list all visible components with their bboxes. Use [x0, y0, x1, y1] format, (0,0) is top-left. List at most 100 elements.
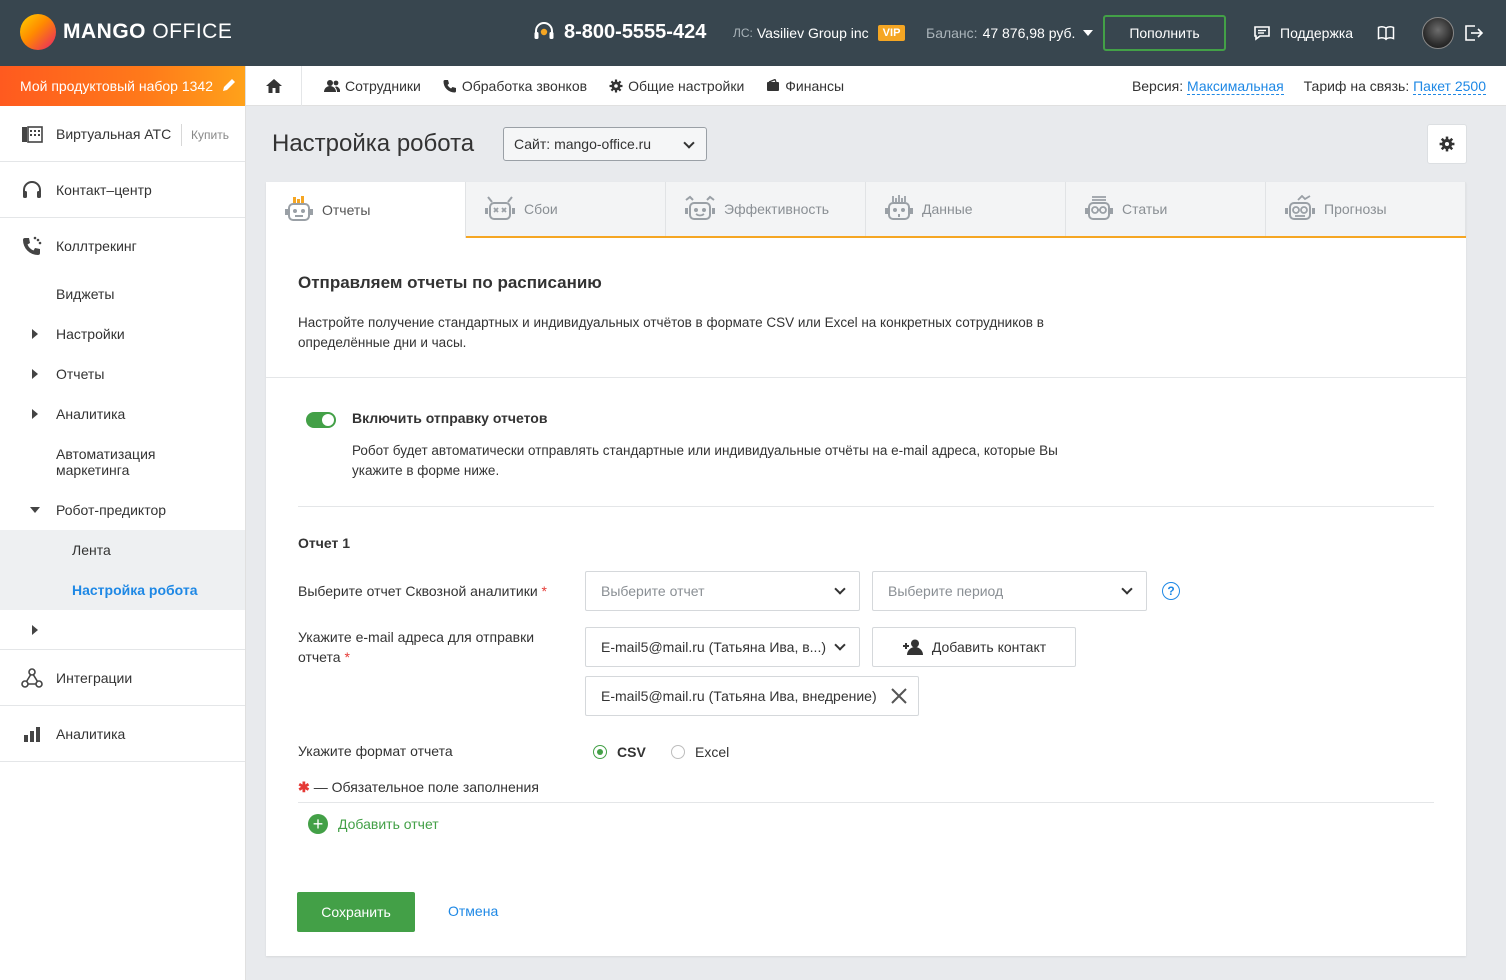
robot-articles-icon [1084, 195, 1114, 223]
tab-efficiency[interactable]: Эффективность [666, 182, 866, 236]
chevron-down-icon [834, 583, 846, 595]
chip-label: E-mail5@mail.ru (Татьяна Ива, внедрение) [601, 688, 877, 704]
account-label: ЛС: [733, 26, 753, 40]
email-select[interactable]: E-mail5@mail.ru (Татьяна Ива, в...) [585, 627, 860, 667]
nav-general-settings[interactable]: Общие настройки [609, 78, 744, 94]
sidebar-item-label: Настройка робота [72, 582, 198, 598]
sidebar-item-robot-settings[interactable]: Настройка робота [0, 570, 245, 610]
sidebar-item-label: Виртуальная АТС [56, 125, 172, 142]
sidebar-item-contact-center[interactable]: Контакт–центр [0, 162, 245, 218]
sidebar-item-widgets[interactable]: Виджеты [0, 274, 245, 314]
caret-down-icon [1083, 30, 1094, 36]
sidebar-item-analytics-sub[interactable]: Аналитика [0, 394, 245, 434]
pencil-icon[interactable] [221, 77, 237, 93]
sidebar-item-label: Виджеты [56, 286, 115, 302]
home-button[interactable] [246, 65, 302, 106]
format-csv-radio[interactable]: CSV [593, 744, 646, 760]
radio-label: Excel [695, 744, 730, 760]
product-kit-banner[interactable]: Мой продуктовый набор 1342 [0, 66, 245, 106]
tab-label: Эффективность [724, 201, 830, 217]
required-note-text: — Обязательное поле заполнения [313, 779, 539, 795]
robot-settings-card: Отчеты Сбои Эффективность Данные Статьи … [266, 182, 1466, 956]
mango-office-logo[interactable]: MANGO OFFICE [20, 14, 232, 50]
required-star: * [344, 649, 350, 665]
sidebar-item-integrations[interactable]: Интеграции [0, 650, 245, 706]
site-select-value: Сайт: mango-office.ru [514, 136, 652, 152]
email-chip: E-mail5@mail.ru (Татьяна Ива, внедрение) [585, 676, 919, 716]
sidebar-item-label: Аналитика [56, 725, 126, 742]
format-excel-radio[interactable]: Excel [671, 744, 729, 760]
product-kit-label: Мой продуктовый набор 1342 [20, 78, 214, 94]
section-heading: Отправляем отчеты по расписанию [298, 273, 602, 292]
sidebar-item-pbx[interactable]: Виртуальная АТС Купить [0, 106, 245, 162]
divider [298, 506, 1434, 507]
headphones-icon [20, 178, 44, 202]
plus-icon: + [308, 814, 328, 834]
sidebar-item-label: Коллтрекинг [56, 238, 137, 254]
user-avatar[interactable] [1422, 17, 1454, 49]
add-report-button[interactable]: + Добавить отчет [308, 814, 439, 834]
report-select-label: Выберите отчет Сквозной аналитики * [298, 581, 547, 601]
select-placeholder: Выберите отчет [601, 583, 705, 599]
knowledge-base-icon[interactable] [1377, 24, 1395, 45]
robot-tabs: Отчеты Сбои Эффективность Данные Статьи … [266, 182, 1466, 238]
select-placeholder: Выберите период [888, 583, 1004, 599]
sidebar-item-settings[interactable]: Настройки [0, 314, 245, 354]
chevron-down-icon [834, 639, 846, 651]
integrations-icon [20, 666, 44, 690]
add-contact-button[interactable]: Добавить контакт [872, 627, 1076, 667]
sidebar-item-label: Настройки [56, 326, 125, 342]
tab-reports[interactable]: Отчеты [266, 182, 466, 238]
nav-employees[interactable]: Сотрудники [324, 78, 421, 94]
page-settings-button[interactable] [1427, 124, 1467, 164]
support-link[interactable]: Поддержка [1253, 24, 1353, 42]
nav-finance[interactable]: Финансы [766, 78, 844, 94]
robot-efficiency-icon [684, 195, 716, 223]
phone-icon [443, 79, 457, 93]
save-button[interactable]: Сохранить [297, 892, 415, 932]
topup-button[interactable]: Пополнить [1103, 15, 1226, 51]
sidebar-item-analytics[interactable]: Аналитика [0, 706, 245, 762]
cancel-button[interactable]: Отмена [448, 903, 498, 919]
tab-data[interactable]: Данные [866, 182, 1066, 236]
sidebar-item-collapsed[interactable] [0, 610, 245, 650]
logo-text-bold: MANGO [63, 20, 146, 43]
tariff-link[interactable]: Пакет 2500 [1413, 78, 1486, 95]
buy-link[interactable]: Купить [181, 124, 229, 146]
expand-arrow-icon [32, 409, 38, 419]
hotline-phone: 8-800-5555-424 [532, 20, 706, 44]
help-icon[interactable]: ? [1162, 582, 1180, 600]
divider [298, 802, 1434, 803]
vip-badge: VIP [877, 25, 906, 41]
tab-forecasts[interactable]: Прогнозы [1266, 182, 1466, 236]
sidebar-item-robot[interactable]: Робот-предиктор [0, 490, 245, 530]
tab-articles[interactable]: Статьи [1066, 182, 1266, 236]
report-select[interactable]: Выберите отчет [585, 571, 860, 611]
enable-reports-toggle[interactable] [306, 412, 336, 428]
sidebar-item-feed[interactable]: Лента [0, 530, 245, 570]
toggle-knob [322, 414, 334, 426]
balance-value: 47 876,98 руб. [982, 25, 1076, 41]
balance-dropdown[interactable]: Баланс: 47 876,98 руб. [926, 25, 1094, 41]
robot-reports-icon [284, 196, 314, 224]
users-icon [324, 79, 340, 93]
close-icon[interactable] [890, 687, 908, 705]
label-text: Укажите e-mail адреса для отправки отчет… [298, 629, 535, 665]
chevron-down-icon [683, 137, 695, 149]
support-label: Поддержка [1280, 25, 1354, 41]
period-select[interactable]: Выберите период [872, 571, 1147, 611]
email-label: Укажите e-mail адреса для отправки отчет… [298, 627, 558, 667]
version-link[interactable]: Максимальная [1187, 78, 1284, 95]
logout-icon[interactable] [1464, 24, 1484, 45]
account-info: ЛС: Vasiliev Group inc VIP [733, 25, 906, 41]
sidebar-item-automation[interactable]: Автоматизация маркетинга [0, 434, 245, 490]
sidebar-item-reports[interactable]: Отчеты [0, 354, 245, 394]
tab-failures[interactable]: Сбои [466, 182, 666, 236]
site-select[interactable]: Сайт: mango-office.ru [503, 127, 707, 161]
headset-icon [534, 22, 554, 39]
sidebar-item-calltracking[interactable]: Коллтрекинг [0, 218, 245, 274]
robot-data-icon [884, 195, 914, 223]
toggle-label: Включить отправку отчетов [352, 410, 548, 426]
chevron-down-icon [1121, 583, 1133, 595]
nav-call-handling[interactable]: Обработка звонков [443, 78, 587, 94]
